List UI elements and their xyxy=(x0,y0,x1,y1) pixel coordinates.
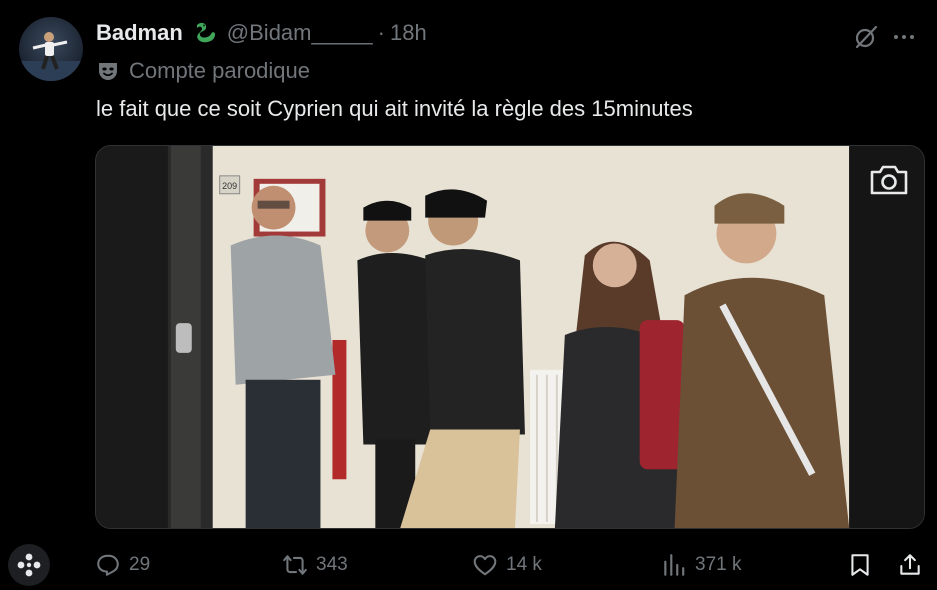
tweet-top-actions xyxy=(847,18,923,56)
camera-icon xyxy=(870,165,908,195)
mask-icon xyxy=(96,59,120,83)
tweet-action-bar: 29 343 14 k 371 k xyxy=(95,548,925,582)
grok-icon xyxy=(855,25,878,49)
grok-button[interactable] xyxy=(847,18,885,56)
parody-text: Compte parodique xyxy=(129,58,311,83)
share-icon xyxy=(900,554,920,575)
views-button[interactable]: 371 k xyxy=(661,548,741,582)
room-number: 209 xyxy=(222,181,237,191)
tweet-header: Badman @Bidam_____ · 18h xyxy=(96,18,427,48)
reply-button[interactable]: 29 xyxy=(95,548,150,582)
views-icon xyxy=(664,554,685,576)
tweet-text: le fait que ce soit Cyprien qui ait invi… xyxy=(96,96,693,121)
timestamp[interactable]: 18h xyxy=(390,20,427,46)
more-options-button[interactable] xyxy=(885,18,923,56)
like-count: 14 k xyxy=(506,554,542,575)
separator-dot: · xyxy=(377,20,385,45)
media-image: 209 xyxy=(96,146,924,528)
dragon-emoji-icon xyxy=(191,19,219,47)
photo-button[interactable] xyxy=(864,158,914,202)
bookmark-icon xyxy=(851,554,869,576)
reply-icon xyxy=(97,554,119,576)
tweet-media[interactable]: 209 xyxy=(95,145,925,529)
user-handle[interactable]: @Bidam_____ xyxy=(227,20,373,46)
repost-icon xyxy=(283,555,307,575)
more-icon xyxy=(894,35,914,39)
repost-count: 343 xyxy=(316,554,348,575)
views-count: 371 k xyxy=(695,554,742,575)
avatar-image xyxy=(19,32,83,81)
like-button[interactable]: 14 k xyxy=(472,548,542,582)
heart-icon xyxy=(473,555,497,576)
bookmark-button[interactable] xyxy=(847,548,873,582)
reply-count: 29 xyxy=(129,554,151,575)
flower-icon xyxy=(17,553,41,577)
more-menu-button[interactable] xyxy=(8,544,50,586)
display-name[interactable]: Badman xyxy=(96,20,183,46)
share-button[interactable] xyxy=(897,548,923,582)
repost-button[interactable]: 343 xyxy=(282,548,348,582)
avatar[interactable] xyxy=(19,17,83,81)
parody-label: Compte parodique xyxy=(96,57,310,85)
